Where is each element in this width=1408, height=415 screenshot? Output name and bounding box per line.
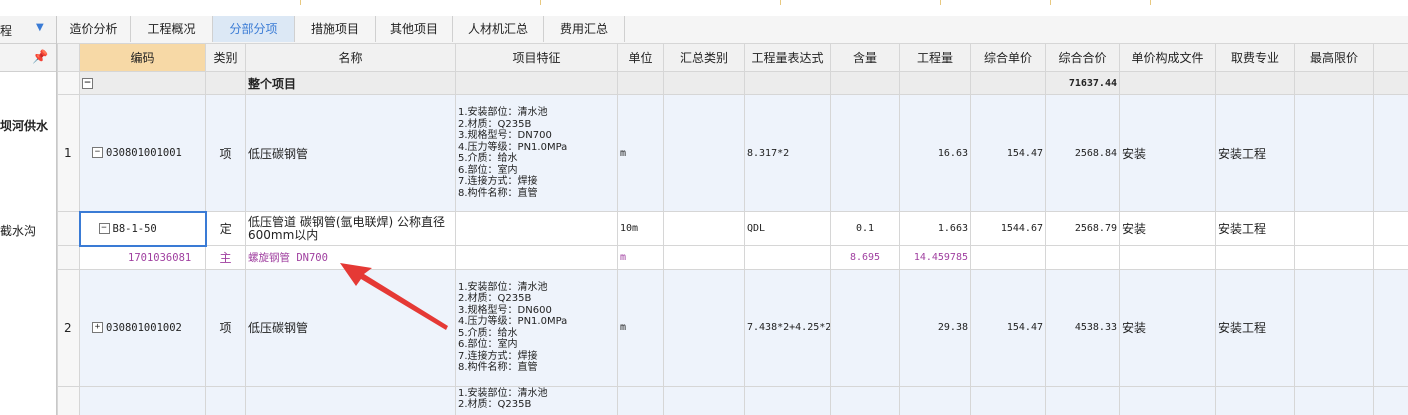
- quota-unit: 10m: [617, 211, 664, 246]
- item-qty: 29.38: [899, 268, 971, 387]
- bill-grid[interactable]: 编码 类别 名称 项目特征 单位 汇总类别 工程量表达式 含量 工程量 综合单价…: [57, 43, 1408, 415]
- resource-content: 8.695: [830, 245, 900, 270]
- table-row-group[interactable]: − 整个项目 71637.44: [57, 71, 1408, 95]
- col-header-features[interactable]: 项目特征: [455, 43, 618, 72]
- item-features: 1.安装部位：清水池 2.材质：Q235B 3.规格型号：DN700 4.压力等级：…: [455, 94, 618, 212]
- item-code: 030801001002: [106, 321, 182, 334]
- left-tree-panel[interactable]: 程 ▼ 📌 坝河供水 截水沟: [0, 16, 57, 415]
- table-row[interactable]: 2 +030801001002 项 低压碳钢管 1.安装部位：清水池 2.材质：Q…: [57, 268, 1408, 387]
- item-expr[interactable]: 8.317*2: [744, 94, 831, 212]
- col-header-price-file[interactable]: 单价构成文件: [1119, 43, 1216, 72]
- table-row-resource[interactable]: 1701036081 主 螺旋钢管 DN700 m 8.695 14.45978…: [57, 245, 1408, 270]
- item-price-file: 安装: [1119, 268, 1216, 387]
- tab-cost-analysis[interactable]: 造价分析: [57, 16, 131, 42]
- top-toolbar-strip: [0, 0, 1408, 17]
- item-unit: m: [617, 268, 664, 387]
- expand-toggle[interactable]: +: [92, 322, 103, 333]
- col-header-unit-price[interactable]: 综合单价: [970, 43, 1046, 72]
- resource-unit: m: [617, 245, 664, 270]
- table-row-quota[interactable]: − B8-1-50 定 低压管道 碳钢管(氩电联焊) 公称直径600mm以内 10…: [57, 210, 1408, 247]
- left-panel-toolbar: 📌: [0, 44, 56, 72]
- col-header-content[interactable]: 含量: [830, 43, 900, 72]
- tab-division-items[interactable]: 分部分项: [213, 16, 295, 42]
- item-total: 2568.84: [1045, 94, 1120, 212]
- table-row[interactable]: 1 −030801001001 项 低压碳钢管 1.安装部位：清水池 2.材质：Q…: [57, 94, 1408, 212]
- item-qty: 16.63: [899, 94, 971, 212]
- header-row: 编码 类别 名称 项目特征 单位 汇总类别 工程量表达式 含量 工程量 综合单价…: [57, 43, 1408, 72]
- pin-icon[interactable]: 📌: [32, 50, 48, 65]
- row-number: 1: [57, 94, 80, 212]
- tab-labor-material-summary[interactable]: 人材机汇总: [453, 16, 544, 42]
- col-header-max-price[interactable]: 最高限价: [1294, 43, 1374, 72]
- collapse-toggle[interactable]: −: [92, 147, 103, 159]
- quota-qty: 1.663: [899, 211, 971, 246]
- item-type: 项: [205, 94, 246, 212]
- col-header-qty[interactable]: 工程量: [899, 43, 971, 72]
- item-name: 低压碳钢管: [245, 94, 456, 212]
- item-code: 030801001001: [106, 146, 182, 159]
- collapse-toggle[interactable]: −: [98, 223, 110, 234]
- item-type: 项: [205, 268, 246, 387]
- tab-measures[interactable]: 措施项目: [295, 16, 376, 42]
- resource-name: 螺旋钢管 DN700: [245, 245, 456, 270]
- col-header-total-price[interactable]: 综合合价: [1045, 43, 1120, 72]
- quota-name: 低压管道 碳钢管(氩电联焊) 公称直径600mm以内: [245, 211, 456, 246]
- item-unit-price: 154.47: [970, 94, 1046, 212]
- resource-type: 主: [205, 245, 246, 270]
- left-panel-title: 程: [0, 24, 13, 38]
- item-features: 1.安装部位：清水池 2.材质：Q235B: [455, 385, 618, 415]
- col-header-code[interactable]: 编码: [79, 43, 206, 72]
- quota-total: 2568.79: [1045, 211, 1120, 246]
- item-content: [830, 94, 900, 212]
- col-header-fee-profession[interactable]: 取费专业: [1215, 43, 1295, 72]
- left-panel-header[interactable]: 程 ▼: [0, 16, 56, 44]
- tab-other-items[interactable]: 其他项目: [376, 16, 453, 42]
- col-header-rownum: [57, 43, 80, 72]
- group-name: 整个项目: [245, 71, 456, 95]
- item-total: 4538.33: [1045, 268, 1120, 387]
- resource-code: 1701036081: [79, 245, 206, 270]
- item-price-file: 安装: [1119, 94, 1216, 212]
- chevron-down-icon[interactable]: ▼: [36, 22, 44, 33]
- quota-expr[interactable]: QDL: [744, 211, 831, 246]
- item-name: 低压碳钢管: [245, 268, 456, 387]
- quota-type: 定: [205, 211, 246, 246]
- collapse-toggle[interactable]: −: [82, 78, 93, 89]
- tree-node-ditch[interactable]: 截水沟: [0, 222, 36, 239]
- col-header-type[interactable]: 类别: [205, 43, 246, 72]
- resource-qty: 14.459785: [899, 245, 971, 270]
- row-number: 2: [57, 268, 80, 387]
- tab-fee-summary[interactable]: 费用汇总: [544, 16, 625, 42]
- item-unit-price: 154.47: [970, 268, 1046, 387]
- col-header-summary-type[interactable]: 汇总类别: [663, 43, 745, 72]
- group-total: 71637.44: [1045, 71, 1120, 95]
- tab-project-overview[interactable]: 工程概况: [131, 16, 213, 42]
- item-expr[interactable]: 7.438*2+4.25*2+6: [744, 268, 831, 387]
- col-header-unit[interactable]: 单位: [617, 43, 664, 72]
- col-header-qty-expr[interactable]: 工程量表达式: [744, 43, 831, 72]
- item-unit: m: [617, 94, 664, 212]
- tree-node-project[interactable]: 坝河供水: [0, 117, 48, 134]
- tab-bar: 造价分析 工程概况 分部分项 措施项目 其他项目 人材机汇总 费用汇总: [57, 16, 1408, 44]
- quota-unit-price: 1544.67: [970, 211, 1046, 246]
- quota-content: 0.1: [830, 211, 900, 246]
- quota-fee-profession: 安装工程: [1215, 211, 1295, 246]
- item-features: 1.安装部位：清水池 2.材质：Q235B 3.规格型号：DN600 4.压力等级：…: [455, 268, 618, 387]
- quota-price-file: 安装: [1119, 211, 1216, 246]
- col-header-name[interactable]: 名称: [245, 43, 456, 72]
- table-row[interactable]: 1.安装部位：清水池 2.材质：Q235B: [57, 385, 1408, 415]
- quota-code: B8-1-50: [112, 222, 157, 235]
- item-content: [830, 268, 900, 387]
- item-fee-profession: 安装工程: [1215, 94, 1295, 212]
- item-fee-profession: 安装工程: [1215, 268, 1295, 387]
